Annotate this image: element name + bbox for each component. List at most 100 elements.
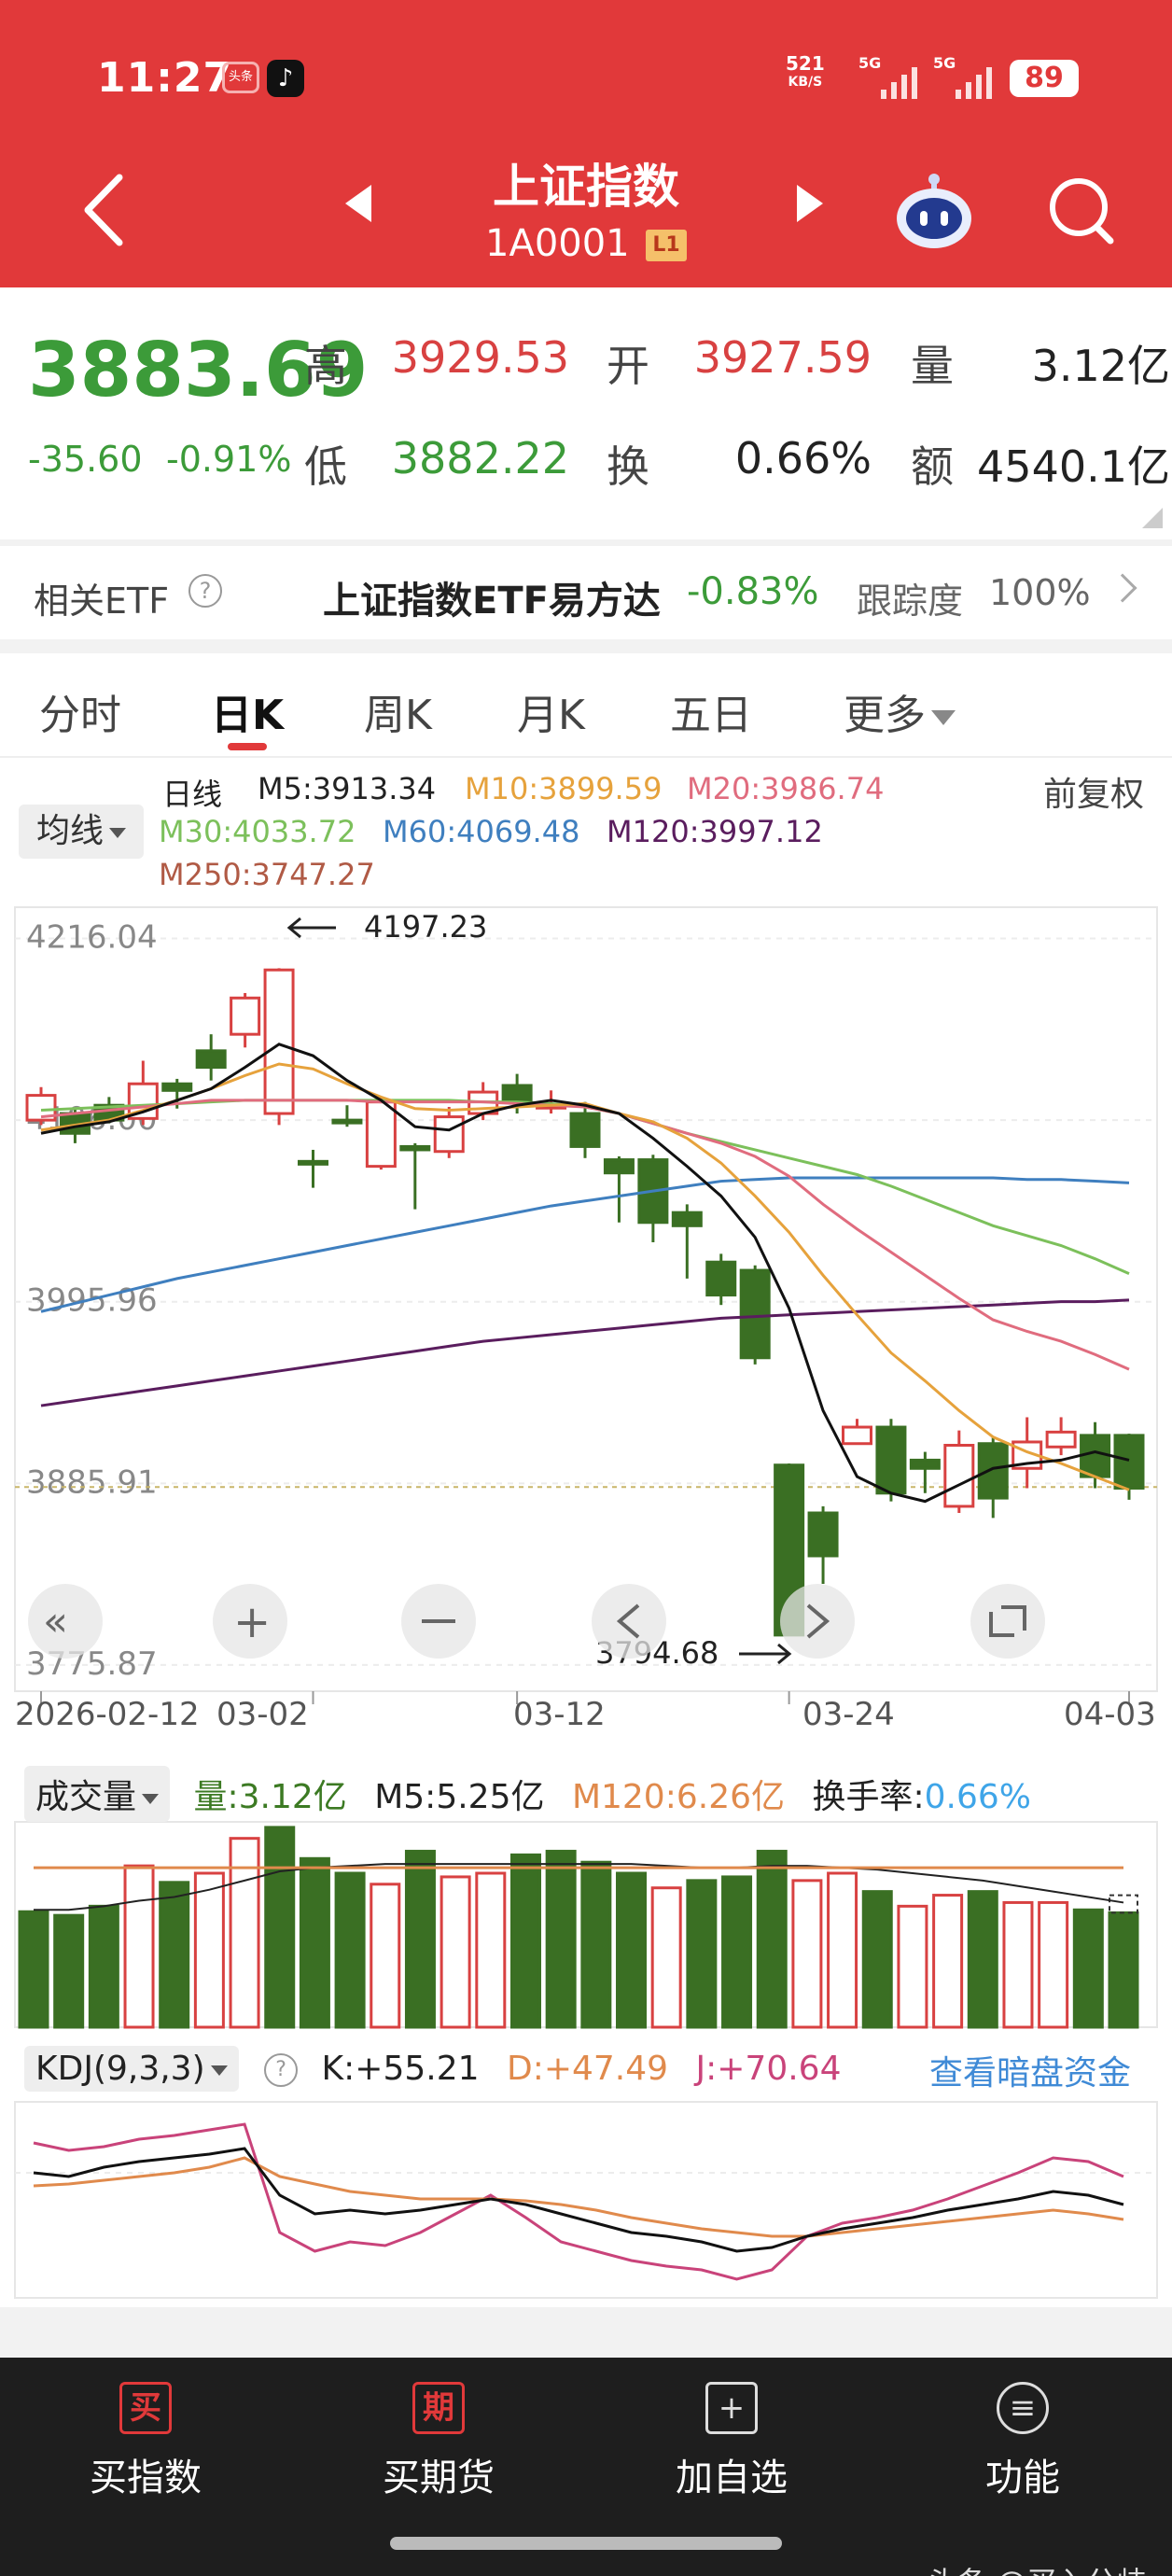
etf-label: 相关ETF: [34, 581, 170, 622]
volume-bar: [932, 1894, 964, 2029]
quote-panel: [0, 287, 1172, 539]
buy-icon: 买: [119, 2382, 172, 2434]
candle: [433, 1115, 465, 1154]
volume-bar: [967, 1890, 998, 2029]
nav-add-watchlist[interactable]: + 加自选: [648, 2382, 816, 2501]
volume-bar: [1108, 1911, 1139, 2029]
related-etf-row[interactable]: 相关ETF ? 上证指数ETF易方达 -0.83% 跟踪度 100%: [0, 546, 1172, 639]
volume-bar: [580, 1860, 612, 2029]
candle: [569, 1112, 601, 1148]
volume-bar: [616, 1871, 648, 2029]
corner-expand-icon[interactable]: [1142, 508, 1163, 528]
volume-bar: [1038, 1900, 1069, 2029]
open-value: 3927.59: [693, 332, 872, 383]
etf-change: -0.83%: [687, 570, 819, 613]
next-button[interactable]: [780, 1584, 855, 1659]
candle: [603, 1158, 635, 1175]
x-tick-label: 2026-02-12: [15, 1696, 200, 1733]
nav-functions-label: 功能: [985, 2457, 1060, 2499]
volume-bar: [123, 1864, 155, 2029]
kdj-frame: [14, 2101, 1158, 2299]
low-value: 3882.22: [391, 433, 569, 483]
turnover-value: 0.66%: [734, 433, 872, 483]
high-annotation: 4197.23: [364, 909, 487, 945]
low-label: 低: [304, 441, 347, 492]
home-indicator[interactable]: [390, 2537, 782, 2550]
plus-box-icon: +: [705, 2382, 758, 2434]
prev-button[interactable]: [592, 1584, 666, 1659]
tab-monthly-k[interactable]: 月K: [517, 681, 585, 741]
candle: [298, 1159, 328, 1166]
main-chart-frame: [14, 906, 1158, 1692]
nav-buy-index-label: 买指数: [90, 2457, 202, 2499]
watermark: 头条 @买入分歧: [928, 2559, 1146, 2576]
active-tab-indicator: [228, 743, 267, 750]
k-value: K:+55.21: [321, 2050, 480, 2088]
volume-bar: [1072, 1908, 1104, 2029]
high-value: 3929.53: [391, 332, 569, 383]
volume-bar: [159, 1881, 190, 2029]
volume-bar: [721, 1875, 753, 2029]
nav-buy-index[interactable]: 买买指数: [62, 2382, 230, 2501]
nav-functions[interactable]: ≡ 功能: [939, 2382, 1107, 2501]
volume-indicator-select[interactable]: 成交量: [24, 1766, 171, 1822]
tiktok-notification-icon: ♪: [267, 60, 304, 97]
signal-icon-2: 5G: [933, 54, 992, 99]
menu-circle-icon: ≡: [997, 2382, 1049, 2434]
top-header: 11:27 头条 ♪ 521 KB/S 5G 5G 89 上证指数 1A0001 …: [0, 0, 1172, 287]
candle: [909, 1458, 941, 1470]
volume-bar: [686, 1879, 718, 2029]
robot-assistant-icon[interactable]: [892, 172, 976, 250]
volume-m120: M120:6.26亿: [571, 1778, 785, 1816]
turnover-rate-value: 0.66%: [924, 1778, 1031, 1816]
d-value: D:+47.49: [506, 2050, 669, 2088]
candle: [977, 1442, 1009, 1500]
tab-more[interactable]: 更多: [844, 681, 956, 741]
candle: [1045, 1430, 1077, 1449]
volume-value: 3.12亿: [1031, 341, 1170, 391]
volume-bar: [88, 1904, 119, 2029]
price-change-pct: -0.91%: [166, 439, 292, 480]
candle: [331, 1118, 363, 1125]
next-stock-icon[interactable]: [797, 185, 823, 222]
candle: [842, 1425, 872, 1446]
j-line: [33, 2122, 1124, 2281]
kdj-indicator-select[interactable]: KDJ(9,3,3): [24, 2046, 239, 2092]
nav-buy-futures-label: 买期货: [383, 2457, 495, 2499]
nav-buy-futures[interactable]: 期买期货: [355, 2382, 523, 2501]
volume-bar: [545, 1849, 577, 2029]
tab-daily-k[interactable]: 日K: [211, 681, 284, 741]
volume-bar: [475, 1871, 507, 2029]
dark-pool-link[interactable]: 查看暗盘资金: [929, 2046, 1131, 2094]
tab-five-day[interactable]: 五日: [670, 681, 752, 741]
back-icon[interactable]: [75, 168, 133, 252]
prev-stock-icon[interactable]: [345, 185, 371, 222]
fullscreen-button[interactable]: [970, 1584, 1045, 1659]
search-icon[interactable]: [1045, 174, 1116, 248]
tab-intraday[interactable]: 分时: [39, 681, 121, 741]
volume-bar: [791, 1879, 823, 2029]
help-icon[interactable]: ?: [188, 574, 222, 608]
volume-bar: [1002, 1900, 1034, 2029]
candle: [1080, 1434, 1111, 1478]
k-line: [33, 2147, 1124, 2253]
candle: [263, 968, 295, 1115]
volume-bar: [440, 1875, 471, 2029]
volume-bar-projected: [1109, 1894, 1138, 1914]
tab-weekly-k[interactable]: 周K: [364, 681, 432, 741]
chevron-right-icon: [1108, 573, 1137, 603]
volume-bar: [650, 1886, 682, 2029]
open-label: 开: [607, 341, 649, 391]
volume-bar: [861, 1890, 893, 2029]
volume-bar: [370, 1883, 401, 2029]
ma60-line: [40, 1176, 1130, 1313]
volume-legend: 成交量 量:3.12亿 M5:5.25亿 M120:6.26亿 换手率:0.66…: [24, 1766, 1144, 1822]
candle: [739, 1268, 771, 1360]
kdj-help-icon[interactable]: ?: [264, 2053, 299, 2087]
candle: [399, 1144, 431, 1152]
caret-down-icon: [931, 710, 956, 725]
candle: [501, 1084, 533, 1102]
candle: [875, 1425, 907, 1495]
candle: [365, 1100, 397, 1169]
volume-bar: [299, 1856, 330, 2029]
